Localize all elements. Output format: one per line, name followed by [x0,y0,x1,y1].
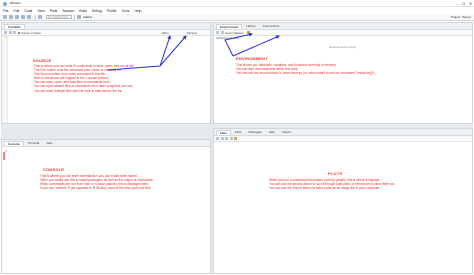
menu-bar: File Edit Code View Plots Session Build … [0,7,474,14]
main-toolbar: Go to file/function Addins [0,14,474,21]
project-menu[interactable]: Project: (None) [451,15,471,20]
menu-debug[interactable]: Debug [92,9,102,13]
plots-notes: When you run a command that makes a plot… [269,178,395,190]
tab-files[interactable]: Files [216,129,231,135]
source-note: You can open tabbed files of commands fr… [34,84,134,89]
import-dataset-button[interactable]: Import Dataset [225,31,243,35]
window-title: RStudio [10,1,21,5]
source-tab-row: Untitled1 [2,23,210,30]
environment-toolbar: Import Dataset [214,30,472,36]
source-on-save-label[interactable]: Source on Save [21,31,41,35]
files-pane: Files Plots Packages Help Viewer PLOTS W… [213,128,473,274]
broom-icon[interactable] [247,31,251,34]
open-icon[interactable] [216,31,219,34]
line-gutter: 1 [2,36,8,123]
checkbox-icon[interactable] [17,31,20,34]
menu-profile[interactable]: Profile [107,9,117,13]
menu-file[interactable]: File [3,9,8,13]
addins-menu[interactable]: Addins [83,15,92,19]
menu-build[interactable]: Build [79,9,87,13]
back-arrow-icon[interactable] [4,31,7,34]
toolbar-divider [35,14,36,20]
console-heading: CONSOLE [43,167,65,172]
source-notes: This is where you can write R commands t… [34,64,134,93]
source-heading: SOURCE [33,58,52,63]
save-icon[interactable] [21,15,25,19]
tab-connections[interactable]: Connections [260,24,283,30]
new-project-icon[interactable] [9,15,13,19]
save-icon[interactable] [13,31,16,34]
title-bar: RStudio [0,0,474,7]
menu-help[interactable]: Help [134,9,141,13]
environment-heading: ENVIRONMENT [236,56,268,61]
tab-viewer[interactable]: Viewer [279,130,294,136]
source-toolbar: Source on Save [2,30,210,36]
files-tab-row: Files Plots Packages Help Viewer [214,129,472,136]
environment-empty-text: Environment is empty [329,45,356,49]
menu-code[interactable]: Code [24,9,32,13]
zoom-icon[interactable] [225,137,228,140]
console-tab-row: Console Terminal Jobs [2,140,210,147]
maximize-button[interactable]: ☐ [460,0,467,7]
save-icon[interactable] [220,31,224,34]
print-icon[interactable] [38,15,42,19]
toolbar-divider [74,14,75,20]
tab-help[interactable]: Help [266,130,278,136]
tab-plots[interactable]: Plots [232,130,245,136]
tab-console[interactable]: Console [4,140,24,146]
environment-pane: Environment History Connections Import D… [213,22,473,124]
source-pane: Untitled1 Source on Save 1 SOURCE This i… [1,22,211,124]
tab-environment[interactable]: Environment [216,23,243,29]
plots-note: You can use the Export button to save a … [269,186,381,191]
new-file-icon[interactable] [3,15,7,19]
rstudio-logo-icon [3,1,7,6]
menu-view[interactable]: View [37,9,44,13]
tab-packages[interactable]: Packages [246,130,265,136]
minimize-button[interactable]: – [453,0,460,7]
goto-file-input[interactable]: Go to file/function [46,14,72,20]
plots-heading: PLOTS [328,171,343,176]
menu-edit[interactable]: Edit [13,9,19,13]
global-environment-select[interactable]: Global Environment [216,37,239,40]
tab-history[interactable]: History [243,24,258,30]
horizontal-splitter-left[interactable] [1,124,211,139]
tab-terminal[interactable]: Terminal [25,141,42,147]
console-prompt[interactable]: > [5,150,7,154]
source-note: You can have multiple files open at once… [34,88,123,93]
files-toolbar [214,136,472,142]
menu-session[interactable]: Session [62,9,74,13]
tab-untitled1[interactable]: Untitled1 [4,23,25,29]
forward-arrow-icon[interactable] [220,137,224,140]
console-notes: This is where you can enter commands if … [40,174,153,190]
close-window-button[interactable]: ✕ [467,0,474,7]
export-icon[interactable] [229,137,233,140]
menu-tools[interactable]: Tools [122,9,130,13]
environment-tab-row: Environment History Connections [214,23,472,30]
source-button[interactable]: ➜Source [186,31,197,35]
forward-arrow-icon[interactable] [8,31,12,34]
save-all-icon[interactable] [27,15,31,19]
console-note: If you use "normal" R (as opposed to R S… [40,186,152,191]
tab-jobs[interactable]: Jobs [43,141,55,147]
run-button[interactable]: ➜Run [161,31,168,35]
menu-plots[interactable]: Plots [50,9,58,13]
back-arrow-icon[interactable] [216,137,219,140]
line-number: 1 [4,36,6,39]
grid-icon[interactable] [77,15,81,19]
console-pane: Console Terminal Jobs > CONSOLE This is … [1,139,211,274]
environment-notes: This shows you data sets, variables, and… [236,63,375,75]
open-file-icon[interactable] [15,15,19,19]
environment-note: You can use the broom button to clear me… [236,71,376,76]
broom-icon[interactable] [234,137,237,140]
